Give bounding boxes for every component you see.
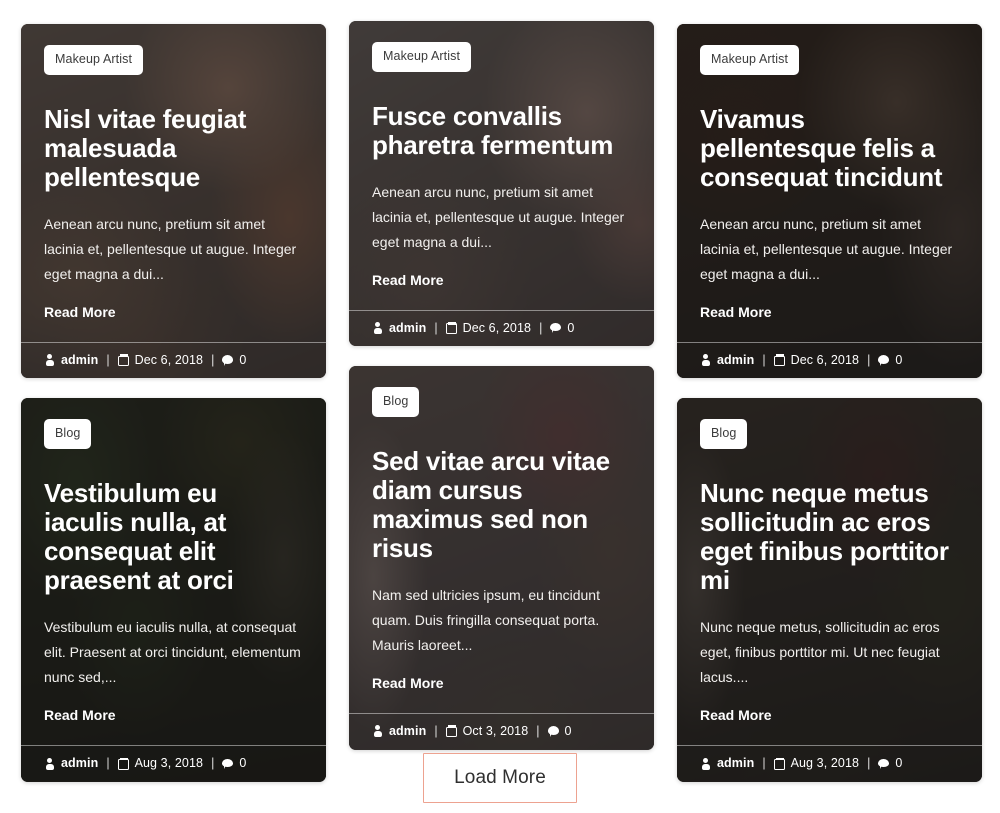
category-tag[interactable]: Makeup Artist (44, 45, 144, 75)
meta-separator: | (434, 320, 438, 335)
post-author: admin (372, 322, 426, 335)
comment-count: 0 (567, 320, 575, 335)
post-excerpt: Aenean arcu nunc, pretium sit amet lacin… (44, 215, 297, 282)
category-tag[interactable]: Blog (372, 387, 420, 417)
category-tag[interactable]: Blog (700, 419, 748, 449)
post-card[interactable]: Blog Sed vitae arcu vitae diam cursus ma… (349, 366, 654, 750)
calendar-icon (445, 321, 457, 334)
author-name: admin (61, 352, 99, 367)
post-excerpt: Vestibulum eu iaculis nulla, at consequa… (44, 619, 301, 686)
comment-icon (550, 322, 562, 334)
post-column-2: Makeup Artist Fusce convallis pharetra f… (349, 21, 654, 750)
comment-count: 0 (895, 352, 903, 367)
author-name: admin (389, 724, 427, 739)
post-column-3: Makeup Artist Vivamus pellentesque felis… (677, 24, 982, 782)
read-more-link[interactable]: Read More (700, 708, 772, 722)
post-card[interactable]: Makeup Artist Vivamus pellentesque felis… (677, 24, 982, 379)
calendar-icon (773, 354, 785, 367)
meta-separator: | (211, 352, 215, 367)
post-title[interactable]: Vivamus pellentesque felis a consequat t… (700, 104, 959, 192)
post-date: Oct 3, 2018 (445, 724, 529, 739)
category-tag[interactable]: Makeup Artist (700, 45, 800, 75)
date-text: Oct 3, 2018 (462, 724, 529, 739)
date-text: Dec 6, 2018 (790, 352, 860, 367)
post-author: admin (700, 354, 754, 367)
post-title[interactable]: Nisl vitae feugiat malesuada pellentesqu… (44, 104, 303, 192)
post-date: Dec 6, 2018 (445, 320, 532, 335)
user-icon (700, 354, 711, 367)
date-text: Dec 6, 2018 (134, 352, 204, 367)
date-text: Dec 6, 2018 (462, 320, 532, 335)
blog-grid-page: Makeup Artist Nisl vitae feugiat malesua… (0, 0, 1000, 813)
post-title[interactable]: Sed vitae arcu vitae diam cursus maximus… (372, 446, 631, 563)
comment-icon (878, 354, 890, 366)
post-excerpt: Aenean arcu nunc, pretium sit amet lacin… (700, 215, 953, 282)
read-more-link[interactable]: Read More (372, 676, 444, 690)
post-grid: Makeup Artist Nisl vitae feugiat malesua… (21, 21, 982, 782)
author-name: admin (389, 320, 427, 335)
post-author: admin (372, 725, 426, 738)
comment-count: 0 (239, 352, 247, 367)
comment-count: 0 (564, 724, 572, 739)
pagination: Load More (0, 753, 1000, 803)
meta-separator: | (539, 320, 543, 335)
comment-icon (547, 725, 559, 737)
post-title[interactable]: Nunc neque metus sollicitudin ac eros eg… (700, 478, 959, 595)
post-excerpt: Nam sed ultricies ipsum, eu tincidunt qu… (372, 587, 600, 654)
calendar-icon (117, 354, 129, 367)
read-more-link[interactable]: Read More (372, 273, 444, 287)
read-more-link[interactable]: Read More (700, 305, 772, 319)
read-more-link[interactable]: Read More (44, 708, 116, 722)
post-meta: admin | Dec 6, 2018 | 0 (21, 341, 326, 379)
user-icon (44, 354, 55, 367)
post-card[interactable]: Blog Vestibulum eu iaculis nulla, at con… (21, 398, 326, 782)
meta-separator: | (762, 352, 766, 367)
calendar-icon (445, 725, 457, 738)
post-meta: admin | Dec 6, 2018 | 0 (349, 309, 654, 347)
comment-icon (222, 354, 234, 366)
post-title[interactable]: Fusce convallis pharetra fermentum (372, 101, 631, 160)
post-comments[interactable]: 0 (878, 354, 902, 367)
post-card[interactable]: Blog Nunc neque metus sollicitudin ac er… (677, 398, 982, 782)
post-date: Dec 6, 2018 (117, 352, 204, 367)
category-tag[interactable]: Makeup Artist (372, 42, 472, 72)
post-column-1: Makeup Artist Nisl vitae feugiat malesua… (21, 24, 326, 782)
post-title[interactable]: Vestibulum eu iaculis nulla, at consequa… (44, 478, 303, 595)
load-more-button[interactable]: Load More (423, 753, 577, 803)
read-more-link[interactable]: Read More (44, 305, 116, 319)
post-date: Dec 6, 2018 (773, 352, 860, 367)
user-icon (372, 725, 383, 738)
meta-separator: | (867, 352, 871, 367)
post-card[interactable]: Makeup Artist Nisl vitae feugiat malesua… (21, 24, 326, 379)
post-card[interactable]: Makeup Artist Fusce convallis pharetra f… (349, 21, 654, 347)
category-tag[interactable]: Blog (44, 419, 92, 449)
meta-separator: | (536, 724, 540, 739)
user-icon (372, 321, 383, 334)
post-comments[interactable]: 0 (222, 354, 246, 367)
author-name: admin (717, 352, 755, 367)
post-comments[interactable]: 0 (550, 322, 574, 335)
post-excerpt: Aenean arcu nunc, pretium sit amet lacin… (372, 183, 625, 250)
post-author: admin (44, 354, 98, 367)
post-comments[interactable]: 0 (547, 724, 572, 739)
meta-separator: | (434, 724, 438, 739)
meta-separator: | (106, 352, 110, 367)
post-meta: admin | Oct 3, 2018 | 0 (349, 713, 654, 750)
post-excerpt: Nunc neque metus, sollicitudin ac eros e… (700, 619, 940, 686)
post-meta: admin | Dec 6, 2018 | 0 (677, 341, 982, 379)
